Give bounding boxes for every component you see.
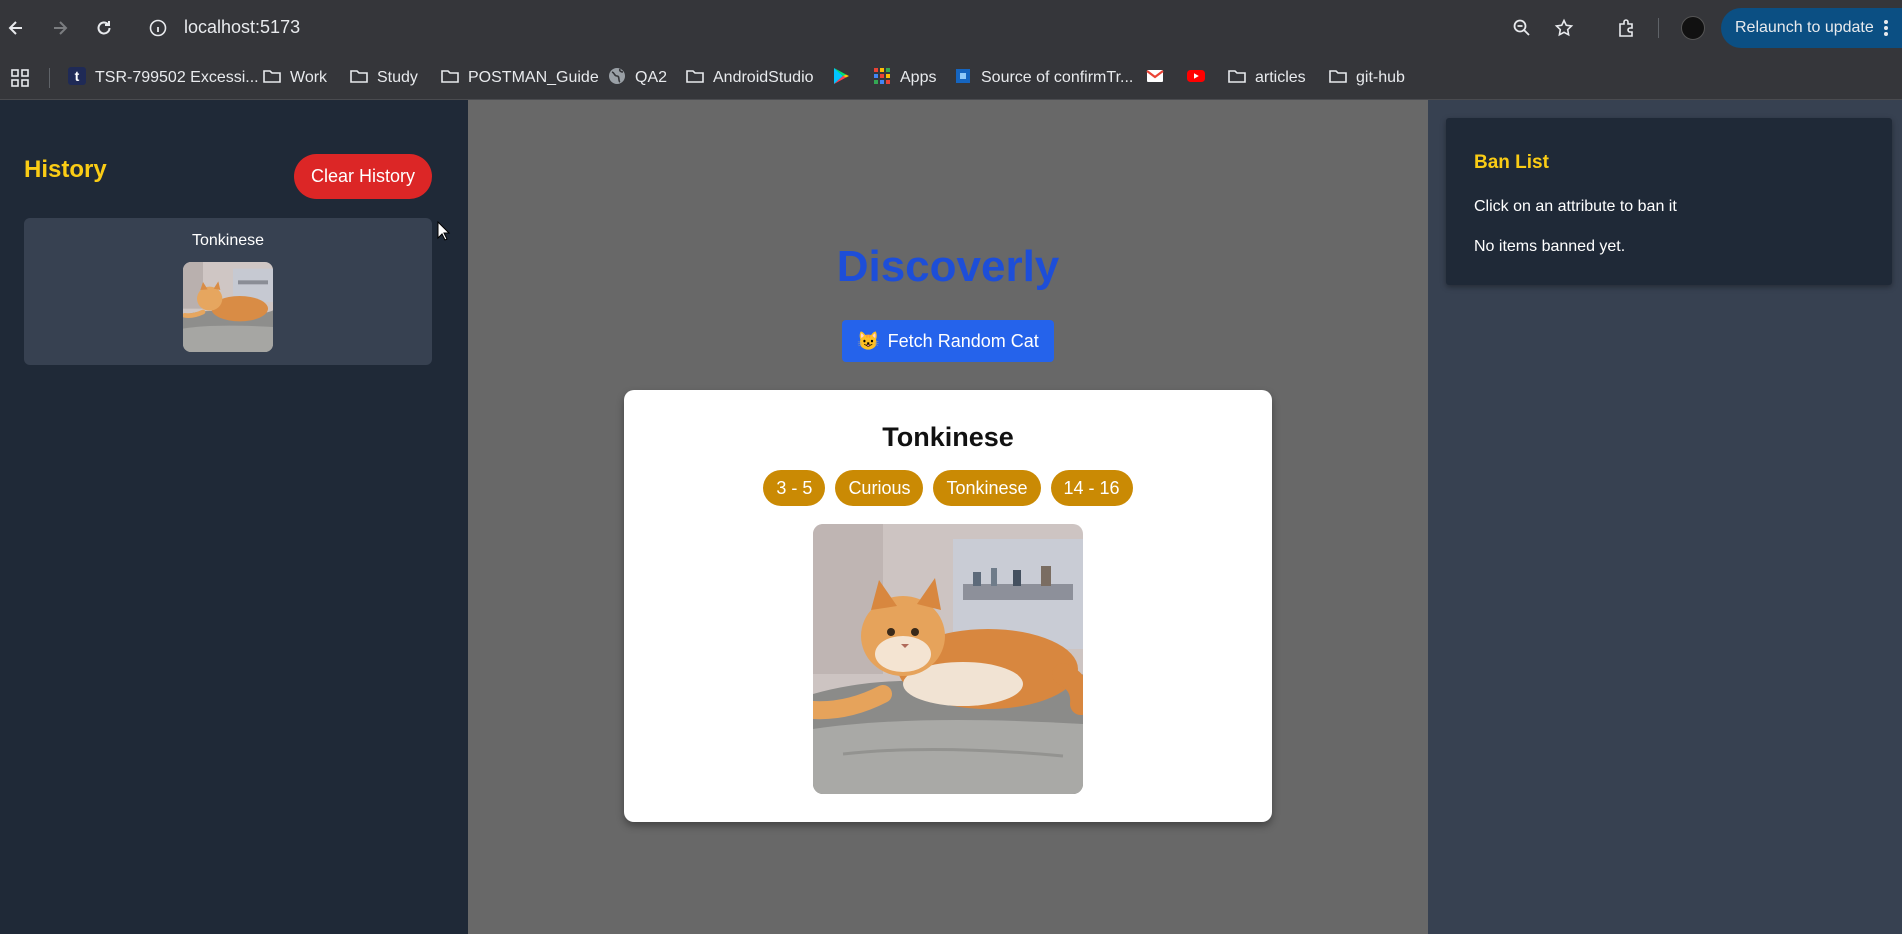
bookmark-postman-guide[interactable]: POSTMAN_Guide bbox=[440, 56, 599, 100]
bookmark-label: articles bbox=[1255, 69, 1306, 86]
fetch-button-label: Fetch Random Cat bbox=[887, 330, 1039, 351]
history-item[interactable]: Tonkinese bbox=[24, 218, 432, 365]
attribute-weight[interactable]: 14 - 16 bbox=[1050, 470, 1133, 506]
bookmark-qa2[interactable]: QA2 bbox=[607, 56, 667, 100]
bookmark-articles[interactable]: articles bbox=[1227, 56, 1306, 100]
cat-face-icon: 😺 bbox=[857, 330, 880, 351]
forward-arrow-icon[interactable] bbox=[46, 14, 74, 42]
bookmark-label: Source of confirmTr... bbox=[981, 69, 1134, 86]
reload-icon[interactable] bbox=[90, 14, 118, 42]
folder-icon bbox=[440, 66, 460, 91]
bookmark-study[interactable]: Study bbox=[349, 56, 418, 100]
back-arrow-icon[interactable] bbox=[2, 14, 30, 42]
bookmark-label: QA2 bbox=[635, 69, 668, 86]
mouse-cursor-icon bbox=[437, 220, 451, 246]
history-title: History bbox=[24, 156, 107, 183]
more-menu-icon[interactable] bbox=[1883, 18, 1889, 43]
app-page: History Clear History Tonkinese Discover… bbox=[0, 100, 1902, 934]
ban-list-empty-message: No items banned yet. bbox=[1474, 238, 1626, 255]
bookmark-play-store[interactable] bbox=[831, 56, 851, 100]
svg-text:t: t bbox=[75, 68, 80, 84]
main-content: Discoverly 😺 Fetch Random Cat Tonkinese … bbox=[468, 100, 1428, 934]
bookmark-label: POSTMAN_Guide bbox=[468, 69, 599, 86]
all-apps-icon[interactable] bbox=[10, 56, 30, 100]
cat-card: Tonkinese 3 - 5 Curious Tonkinese 14 - 1… bbox=[624, 390, 1272, 822]
bookmark-git-hub[interactable]: git-hub bbox=[1328, 56, 1405, 100]
apps-grid-icon bbox=[872, 66, 892, 91]
bookmarks-divider bbox=[49, 68, 50, 88]
history-item-thumbnail bbox=[183, 262, 273, 352]
profile-avatar[interactable] bbox=[1681, 16, 1705, 40]
bookmark-source-confirm[interactable]: Source of confirmTr... bbox=[953, 56, 1133, 100]
folder-icon bbox=[349, 66, 369, 91]
globe-icon bbox=[607, 66, 627, 91]
site-info-icon[interactable] bbox=[144, 14, 172, 42]
tumblr-icon: t bbox=[67, 66, 87, 91]
gmail-icon bbox=[1145, 66, 1165, 91]
ban-list-title: Ban List bbox=[1474, 152, 1549, 173]
attribute-temperament[interactable]: Curious bbox=[835, 470, 924, 506]
address-bar-url[interactable]: localhost:5173 bbox=[184, 17, 300, 38]
bookmark-label: Apps bbox=[900, 69, 937, 86]
bookmark-star-icon[interactable] bbox=[1550, 14, 1578, 42]
attribute-life-span[interactable]: 3 - 5 bbox=[763, 470, 826, 506]
app-title: Discoverly bbox=[836, 242, 1060, 291]
ban-list-box: Ban List Click on an attribute to ban it… bbox=[1446, 118, 1892, 285]
bookmark-tsr[interactable]: t TSR-799502 Excessi... bbox=[67, 56, 259, 100]
cat-photo bbox=[813, 524, 1083, 794]
attribute-list: 3 - 5 Curious Tonkinese 14 - 16 bbox=[624, 470, 1272, 506]
bookmark-label: Study bbox=[377, 69, 418, 86]
ban-list-panel: Ban List Click on an attribute to ban it… bbox=[1428, 100, 1902, 934]
attribute-breed[interactable]: Tonkinese bbox=[933, 470, 1041, 506]
bookmark-gmail[interactable] bbox=[1145, 56, 1165, 100]
zoom-icon[interactable] bbox=[1508, 14, 1536, 42]
bookmark-youtube[interactable] bbox=[1186, 56, 1206, 100]
bookmark-work[interactable]: Work bbox=[262, 56, 327, 100]
fetch-random-cat-button[interactable]: 😺 Fetch Random Cat bbox=[842, 320, 1054, 362]
relaunch-button[interactable]: Relaunch to update bbox=[1721, 8, 1902, 48]
folder-icon bbox=[1328, 66, 1348, 91]
clear-history-button[interactable]: Clear History bbox=[294, 154, 432, 199]
page-icon bbox=[953, 66, 973, 91]
youtube-icon bbox=[1186, 66, 1206, 91]
bookmark-androidstudio[interactable]: AndroidStudio bbox=[685, 56, 814, 100]
bookmark-apps[interactable]: Apps bbox=[872, 56, 936, 100]
ban-list-hint: Click on an attribute to ban it bbox=[1474, 198, 1677, 215]
history-item-name: Tonkinese bbox=[191, 232, 265, 249]
history-panel: History Clear History Tonkinese bbox=[0, 100, 468, 934]
bookmark-label: TSR-799502 Excessi... bbox=[95, 69, 259, 86]
folder-icon bbox=[262, 66, 282, 91]
cat-breed-name: Tonkinese bbox=[882, 422, 1014, 452]
relaunch-label: Relaunch to update bbox=[1735, 19, 1874, 36]
folder-icon bbox=[1227, 66, 1247, 91]
toolbar-divider bbox=[1658, 18, 1659, 38]
bookmark-label: Work bbox=[290, 69, 328, 86]
play-store-icon bbox=[831, 66, 851, 91]
bookmark-label: AndroidStudio bbox=[713, 69, 814, 86]
browser-toolbar: localhost:5173 Relaunch to update bbox=[0, 0, 1902, 56]
extensions-icon[interactable] bbox=[1612, 14, 1640, 42]
bookmarks-bar: t TSR-799502 Excessi... Work Study POSTM… bbox=[0, 56, 1902, 100]
bookmark-label: git-hub bbox=[1356, 69, 1405, 86]
folder-icon bbox=[685, 66, 705, 91]
